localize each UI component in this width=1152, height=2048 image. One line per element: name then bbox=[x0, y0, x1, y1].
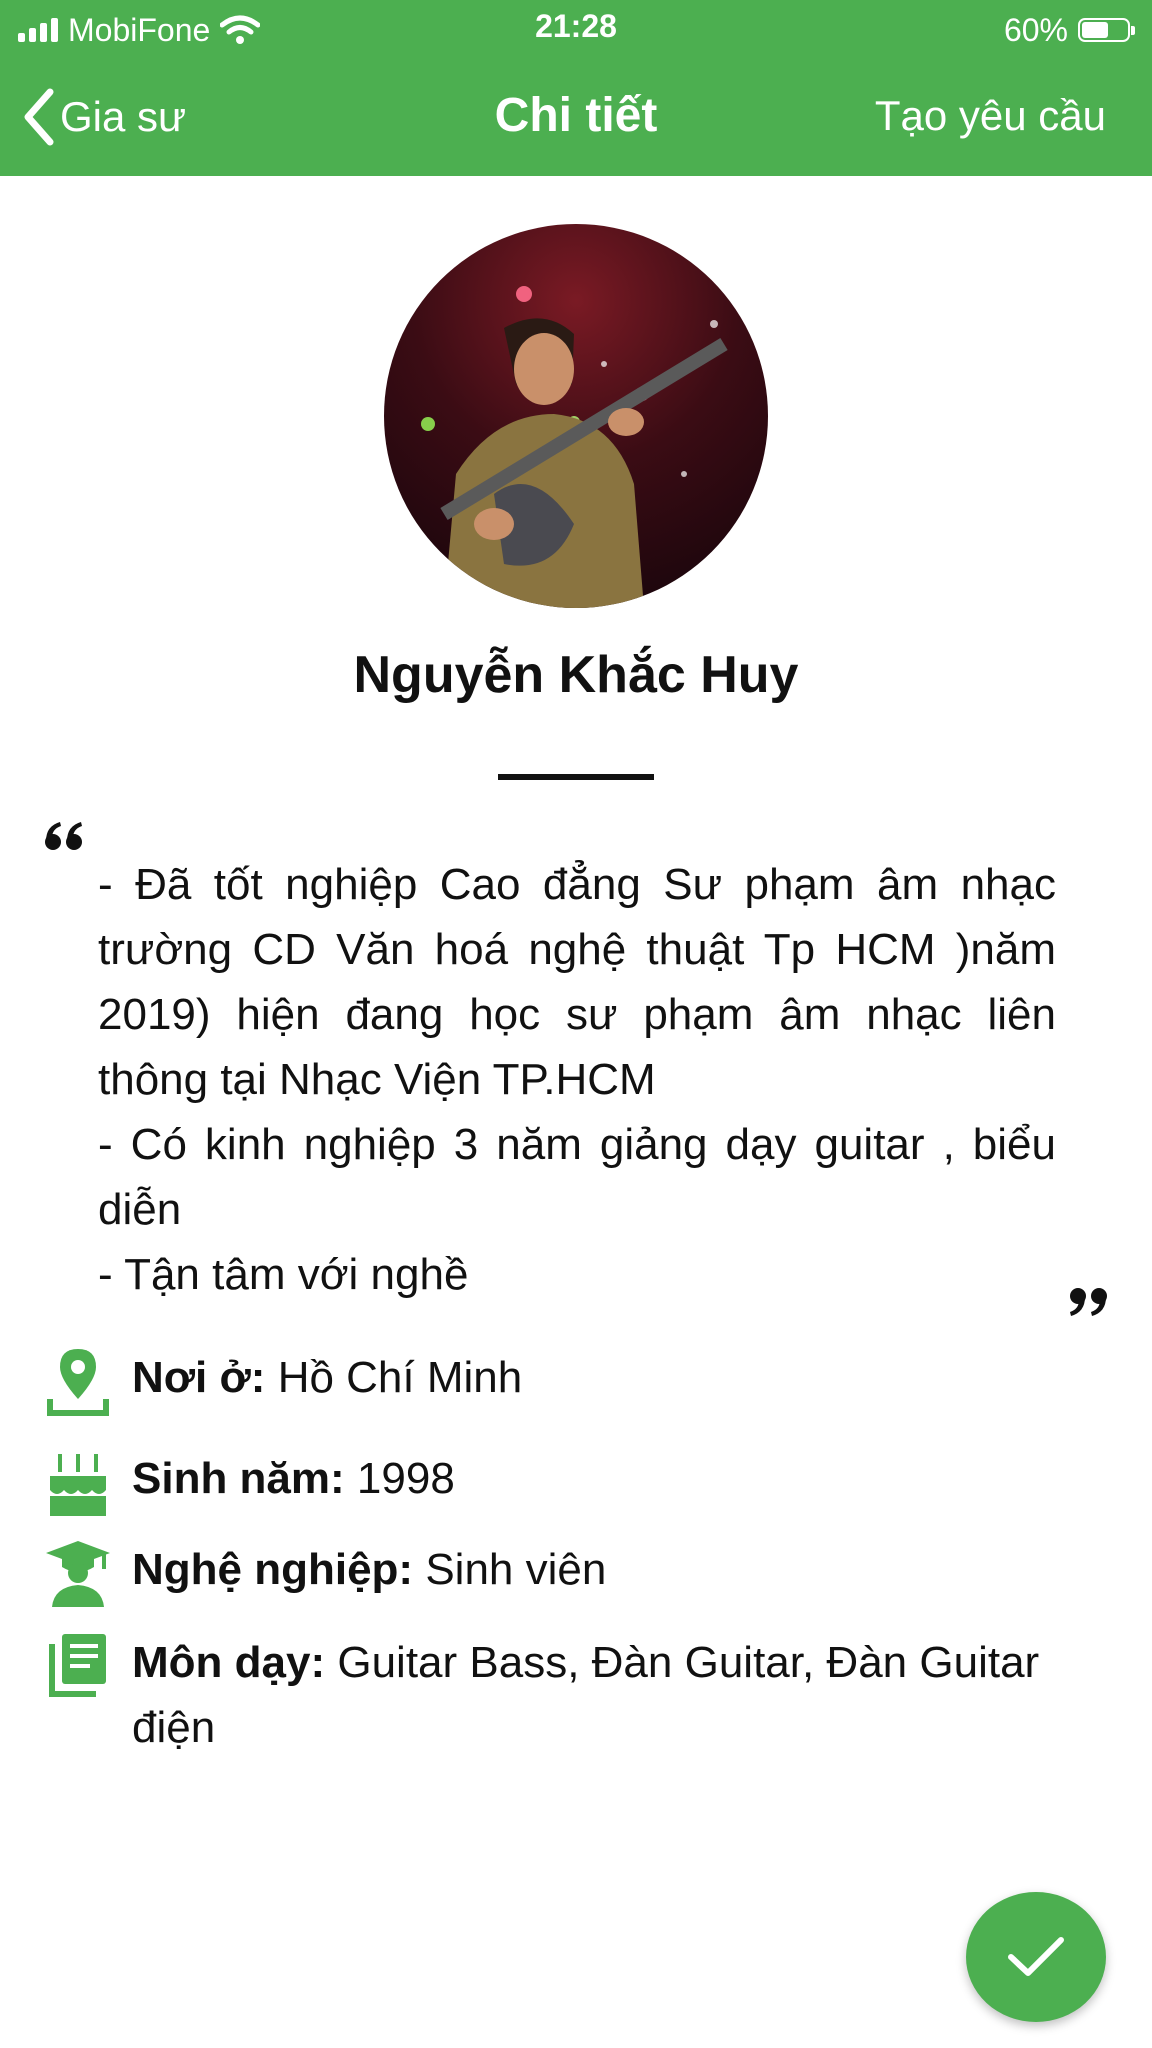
detail-value: Hồ Chí Minh bbox=[277, 1353, 523, 1402]
detail-label: Nghệ nghiệp: bbox=[132, 1545, 414, 1594]
detail-row-residence: Nơi ở: Hồ Chí Minh bbox=[44, 1345, 1104, 1417]
navigation-bar: Gia sư Chi tiết Tạo yêu cầu bbox=[0, 70, 1152, 166]
detail-text: Sinh năm: 1998 bbox=[132, 1446, 1104, 1511]
name-divider bbox=[498, 774, 654, 780]
book-icon bbox=[49, 1634, 106, 1697]
tutor-name: Nguyễn Khắc Huy bbox=[353, 646, 799, 704]
avatar-photo bbox=[421, 286, 728, 608]
detail-text: Môn dạy: Guitar Bass, Đàn Guitar, Đàn Gu… bbox=[132, 1630, 1104, 1760]
back-button-label: Gia sư bbox=[60, 93, 187, 140]
tutor-bio: - Đã tốt nghiệp Cao đẳng Sư phạm âm nhạc… bbox=[98, 852, 1056, 1307]
battery-percentage: 60% bbox=[1003, 11, 1068, 48]
birthday-cake-icon bbox=[50, 1454, 106, 1516]
back-button[interactable]: Gia sư bbox=[22, 82, 186, 152]
battery-level-fill bbox=[1082, 22, 1108, 38]
bio-line: - Đã tốt nghiệp Cao đẳng Sư phạm âm nhạc… bbox=[98, 860, 1056, 1104]
detail-label: Môn dạy: bbox=[132, 1638, 326, 1687]
create-request-button[interactable]: Tạo yêu cầu bbox=[875, 92, 1106, 140]
checkmark-icon bbox=[1008, 1937, 1064, 1976]
detail-value: Sinh viên bbox=[425, 1545, 607, 1594]
detail-value: 1998 bbox=[356, 1454, 455, 1503]
status-time: 21:28 bbox=[535, 8, 617, 44]
detail-label: Nơi ở: bbox=[132, 1353, 266, 1402]
detail-text: Nghệ nghiệp: Sinh viên bbox=[132, 1537, 1104, 1602]
detail-label: Sinh năm: bbox=[132, 1454, 345, 1503]
chevron-left-icon bbox=[24, 88, 54, 146]
confirm-button[interactable] bbox=[966, 1892, 1106, 2022]
app-header: MobiFone 21:28 60% Gia sư Chi tiết Tạo y… bbox=[0, 0, 1152, 176]
avatar bbox=[384, 224, 768, 608]
detail-text: Nơi ở: Hồ Chí Minh bbox=[132, 1345, 1104, 1410]
detail-row-subjects: Môn dạy: Guitar Bass, Đàn Guitar, Đàn Gu… bbox=[44, 1630, 1104, 1760]
detail-row-occupation: Nghệ nghiệp: Sinh viên bbox=[44, 1537, 1104, 1609]
bio-line: - Tận tâm với nghề bbox=[98, 1250, 469, 1299]
battery-icon bbox=[1078, 18, 1135, 42]
graduate-icon bbox=[46, 1541, 110, 1607]
status-bar: MobiFone 21:28 60% bbox=[0, 0, 1152, 58]
location-pin-icon bbox=[47, 1349, 109, 1416]
close-quote-icon bbox=[1070, 1288, 1107, 1316]
status-right: 60% bbox=[1003, 10, 1135, 50]
detail-row-birth-year: Sinh năm: 1998 bbox=[44, 1446, 1104, 1518]
bio-line: - Có kinh nghiệp 3 năm giảng dạy guitar … bbox=[98, 1120, 1056, 1234]
open-quote-icon bbox=[45, 822, 82, 850]
